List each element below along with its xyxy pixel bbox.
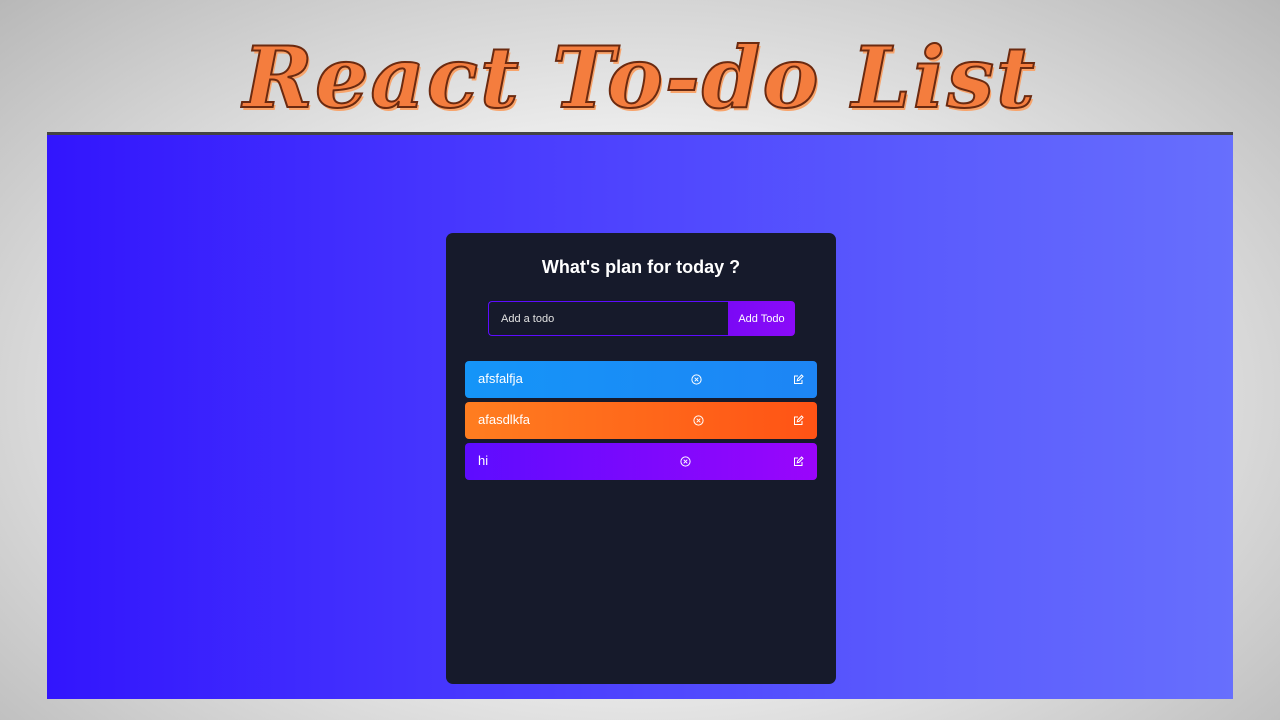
todo-form: Add Todo (488, 301, 795, 336)
todo-app: What's plan for today ? Add Todo afsfalf… (446, 233, 836, 684)
edit-icon[interactable] (793, 456, 804, 467)
app-frame: What's plan for today ? Add Todo afsfalf… (47, 132, 1233, 699)
edit-icon[interactable] (793, 415, 804, 426)
add-todo-button[interactable]: Add Todo (728, 301, 795, 336)
close-circle-icon[interactable] (680, 456, 691, 467)
todo-text[interactable]: afasdlkfa (478, 412, 530, 427)
banner: React To-do List (0, 0, 1280, 134)
banner-title: React To-do List (242, 27, 1037, 128)
todo-row[interactable]: afasdlkfa (465, 402, 817, 439)
todo-list: afsfalfja afasdlkfa hi (465, 361, 817, 484)
todo-row[interactable]: hi (465, 443, 817, 480)
todo-text[interactable]: hi (478, 453, 488, 468)
close-circle-icon[interactable] (691, 374, 702, 385)
todo-input[interactable] (488, 301, 728, 336)
close-circle-icon[interactable] (693, 415, 704, 426)
edit-icon[interactable] (793, 374, 804, 385)
todo-row[interactable]: afsfalfja (465, 361, 817, 398)
todo-text[interactable]: afsfalfja (478, 371, 523, 386)
todo-heading: What's plan for today ? (541, 257, 741, 277)
